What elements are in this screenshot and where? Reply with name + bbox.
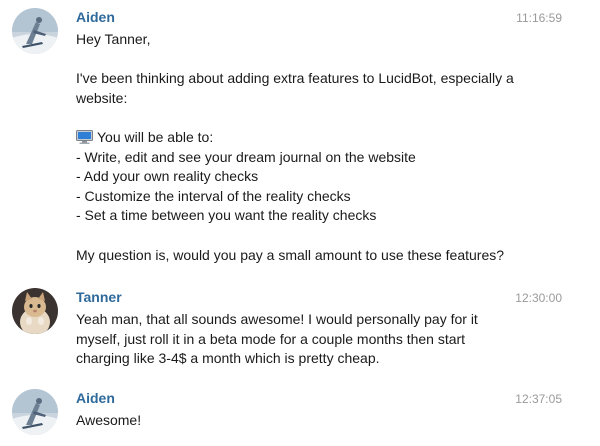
message-line: Yeah man, that all sounds awesome! I wou… [76, 311, 478, 327]
message-timestamp: 11:16:59 [516, 11, 562, 25]
feature-item: - Write, edit and see your dream journal… [76, 148, 416, 165]
message-line: website: [76, 89, 128, 106]
message-timestamp: 12:30:00 [515, 291, 562, 305]
feature-item: - Set a time between you want the realit… [76, 207, 377, 224]
avatar-aiden[interactable] [12, 389, 58, 435]
feature-heading: You will be able to: [76, 128, 576, 148]
feature-item: - Add your own reality checks [76, 168, 259, 185]
message-line: charging like 3-4$ a month which is pret… [76, 350, 380, 367]
feature-heading-text: You will be able to: [97, 128, 214, 145]
avatar-aiden[interactable] [12, 8, 58, 54]
message-body: Yeah man, that all sounds awesome! I wou… [76, 310, 576, 369]
message-body: Hey Tanner, I've been thinking about add… [76, 30, 576, 265]
message-line: myself, just roll it in a beta mode for … [76, 330, 466, 347]
message-timestamp: 12:37:05 [515, 392, 562, 406]
avatar-tanner[interactable] [12, 288, 58, 334]
feature-item: - Customize the interval of the reality … [76, 187, 351, 204]
message-line: My question is, would you pay a small am… [76, 246, 505, 263]
message-line: I've been thinking about adding extra fe… [76, 70, 514, 87]
sender-name[interactable]: Tanner [76, 288, 122, 306]
computer-icon [76, 129, 93, 144]
message-body: Awesome! [76, 411, 576, 431]
chat-history: Aiden 11:16:59 Hey Tanner, I've been thi… [0, 0, 600, 446]
message-line: Hey Tanner, [76, 31, 151, 47]
message-line: Awesome! [76, 412, 142, 428]
sender-name[interactable]: Aiden [76, 8, 115, 26]
sender-name[interactable]: Aiden [76, 389, 115, 407]
